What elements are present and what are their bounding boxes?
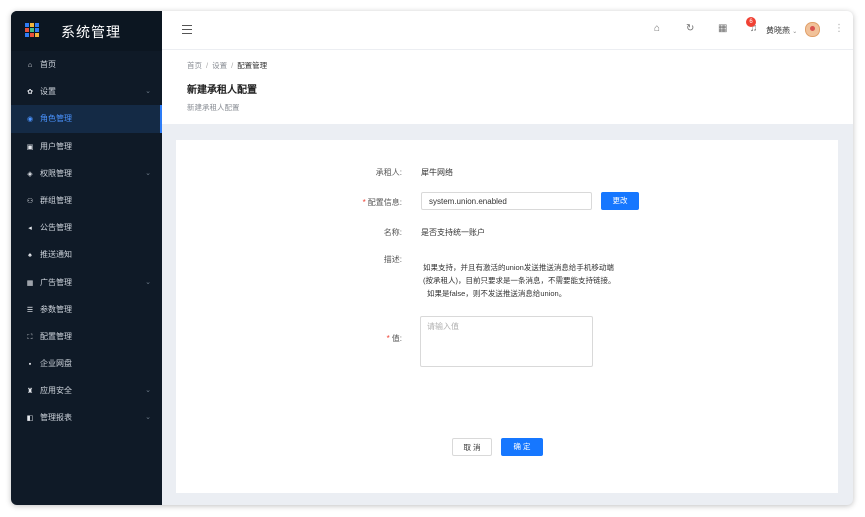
- confirm-button[interactable]: 确 定: [501, 438, 543, 456]
- user-name-text: 黄晓燕: [766, 26, 790, 35]
- sidebar: 系统管理 ⌂ 首页 ✿ 设置 ⌄ ◉ 角色管理 ▣ 用户管理 ◈ 权限管理 ⌄ ⚇ 群组管理 ◂ 公告管理 ♠ 推…: [11, 11, 162, 505]
- breadcrumb-separator: /: [206, 61, 209, 70]
- description-text: 如果支持，并且有激活的union发送推送消息给手机移动端 (按承租人)，目前只要…: [423, 261, 658, 300]
- chevron-down-icon: ⌄: [145, 169, 151, 177]
- sidebar-item-label: 广告管理: [40, 277, 72, 287]
- description-line: 如果是false，则不发送推送消息给union。: [427, 289, 567, 298]
- sidebar-item[interactable]: ▣ 用户管理: [11, 133, 162, 160]
- report-icon: ◧: [26, 415, 34, 423]
- sidebar-item-label: 权限管理: [40, 168, 72, 178]
- page-header: 首页 / 设置 / 配置管理 新建承租人配置 新建承租人配置: [162, 50, 853, 124]
- home-icon[interactable]: ⌂: [654, 23, 660, 34]
- chevron-down-icon: ⌄: [145, 88, 151, 96]
- app-window: 系统管理 ⌂ 首页 ✿ 设置 ⌄ ◉ 角色管理 ▣ 用户管理 ◈ 权限管理 ⌄ ⚇ 群组管理 ◂ 公告管理 ♠ 推…: [11, 11, 853, 505]
- cancel-button[interactable]: 取 消: [452, 438, 492, 456]
- description-line: (按承租人)，目前只要求是一条消息，不需要能支持链接。: [423, 276, 616, 285]
- breadcrumb-home[interactable]: 首页: [187, 61, 202, 70]
- sidebar-menu: ⌂ 首页 ✿ 设置 ⌄ ◉ 角色管理 ▣ 用户管理 ◈ 权限管理 ⌄ ⚇ 群组管理 ◂ 公告管理 ♠ 推送通知 ▦ 广…: [11, 51, 162, 432]
- sidebar-item-label: 推送通知: [40, 250, 72, 260]
- sidebar-item-label: 角色管理: [40, 114, 72, 124]
- group-icon: ⚇: [26, 197, 34, 205]
- user-name[interactable]: 黄晓燕 ⌄: [766, 25, 797, 36]
- tenant-label: 承租人:: [375, 168, 402, 177]
- role-icon: ◉: [26, 116, 34, 124]
- page-subtitle: 新建承租人配置: [187, 103, 240, 112]
- gear-icon: ✿: [27, 89, 33, 97]
- chevron-down-icon: ⌄: [792, 29, 798, 35]
- sidebar-item-label: 参数管理: [40, 304, 72, 314]
- sidebar-item-label: 管理报表: [40, 413, 72, 423]
- notification-badge: 6: [746, 17, 756, 27]
- ad-icon: ▦: [26, 279, 34, 287]
- name-value: 是否支持统一账户: [421, 228, 485, 237]
- sidebar-item-label: 企业网盘: [40, 359, 72, 369]
- app-title: 系统管理: [61, 24, 121, 40]
- sidebar-item-label: 用户管理: [40, 141, 72, 151]
- sidebar-item[interactable]: ✿ 设置 ⌄: [11, 78, 162, 105]
- sidebar-item-label: 设置: [40, 87, 56, 97]
- page-title: 新建承租人配置: [187, 85, 257, 96]
- sidebar-item[interactable]: ◂ 公告管理: [11, 214, 162, 241]
- breadcrumb-settings[interactable]: 设置: [212, 61, 227, 70]
- description-line: 如果支持，并且有激活的union发送推送消息给手机移动端: [423, 263, 614, 272]
- value-textarea[interactable]: 请输入值: [420, 316, 593, 367]
- sidebar-item[interactable]: ☰ 参数管理: [11, 296, 162, 323]
- apps-grid-icon: [25, 23, 39, 37]
- config-label-text: 配置信息:: [367, 198, 402, 207]
- app-logo[interactable]: 系统管理: [11, 11, 162, 51]
- avatar[interactable]: [805, 22, 820, 37]
- megaphone-icon: ◂: [28, 225, 32, 233]
- description-label: 描述:: [383, 255, 402, 264]
- config-input[interactable]: system.union.enabled: [421, 192, 592, 210]
- name-label: 名称:: [383, 228, 402, 237]
- value-label-text: 值:: [391, 334, 402, 343]
- home-icon: ⌂: [27, 62, 33, 69]
- sidebar-item[interactable]: ◈ 权限管理 ⌄: [11, 160, 162, 187]
- menu-toggle-icon[interactable]: [182, 25, 192, 36]
- chevron-down-icon: ⌄: [145, 387, 151, 395]
- required-mark: *: [386, 334, 390, 343]
- sidebar-item[interactable]: ◉ 角色管理: [11, 105, 162, 133]
- sidebar-item[interactable]: ♠ 推送通知: [11, 241, 162, 268]
- sidebar-item[interactable]: ▦ 广告管理 ⌄: [11, 269, 162, 296]
- top-header: ⌂ ↻ ▦ ♫ 6 黄晓燕 ⌄ ⋮: [162, 11, 853, 50]
- sidebar-item-label: 应用安全: [40, 386, 72, 396]
- value-label: * 值:: [322, 333, 402, 344]
- required-mark: *: [362, 198, 366, 207]
- sidebar-item[interactable]: ♜ 应用安全 ⌄: [11, 377, 162, 404]
- shield-icon: ◈: [27, 170, 33, 178]
- security-icon: ♜: [26, 388, 34, 396]
- sidebar-item[interactable]: ⛶ 配置管理: [11, 323, 162, 350]
- user-icon: ▣: [26, 143, 34, 151]
- sidebar-item-label: 公告管理: [40, 223, 72, 233]
- sidebar-item-label: 配置管理: [40, 331, 72, 341]
- sidebar-item-label: 群组管理: [40, 195, 72, 205]
- config-icon: ⛶: [27, 333, 33, 341]
- sidebar-item[interactable]: ⌂ 首页: [11, 51, 162, 78]
- sidebar-item[interactable]: ▪ 企业网盘: [11, 350, 162, 377]
- sidebar-item[interactable]: ◧ 管理报表 ⌄: [11, 404, 162, 431]
- grid-icon[interactable]: ▦: [718, 23, 727, 34]
- params-icon: ☰: [26, 306, 34, 314]
- disk-icon: ▪: [28, 361, 32, 369]
- change-button[interactable]: 更改: [601, 192, 639, 210]
- breadcrumb: 首页 / 设置 / 配置管理: [187, 60, 267, 71]
- form-card: 承租人: 犀牛网络 * 配置信息: system.union.enabled 更改…: [176, 140, 838, 493]
- refresh-icon[interactable]: ↻: [686, 23, 694, 34]
- breadcrumb-separator: /: [231, 61, 234, 70]
- sidebar-item[interactable]: ⚇ 群组管理: [11, 187, 162, 214]
- chevron-down-icon: ⌄: [145, 278, 151, 286]
- breadcrumb-current: 配置管理: [237, 61, 268, 70]
- tenant-value: 犀牛网络: [421, 168, 453, 177]
- chevron-down-icon: ⌄: [145, 414, 151, 422]
- bell-icon: ♠: [28, 252, 32, 260]
- more-vertical-icon[interactable]: ⋮: [834, 23, 844, 34]
- config-label: * 配置信息:: [322, 197, 402, 208]
- sidebar-item-label: 首页: [40, 60, 56, 69]
